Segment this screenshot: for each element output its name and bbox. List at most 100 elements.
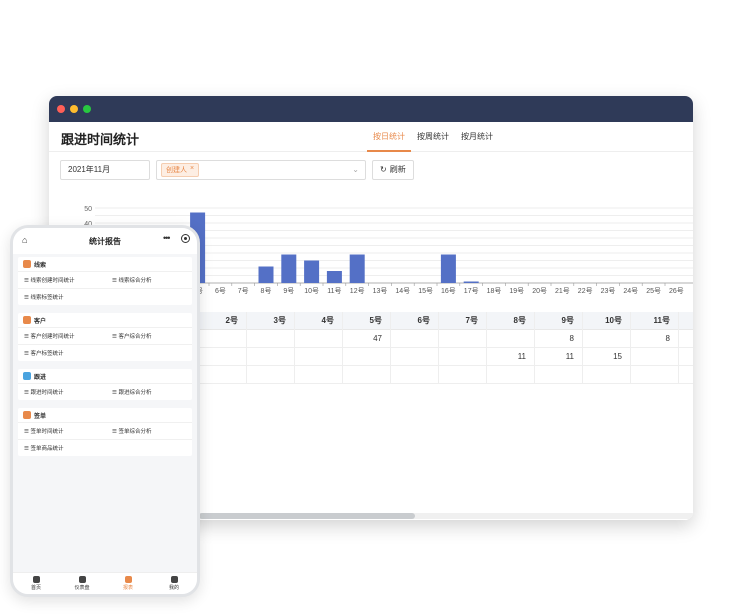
table-cell [295, 348, 343, 366]
report-link-row: ☰ 签单时间统计 ☰ 签单综合分析 [18, 422, 192, 439]
phone-mockup: ⌂ 统计报告 ••• 线索 ☰ 线索创建时间统计 ☰ 线索综合分析 ☰ 线索标签统计客… [10, 225, 200, 597]
x-tick-label: 8号 [261, 287, 272, 295]
table-cell: 15 [583, 348, 631, 366]
report-link[interactable]: ☰ 签单商品统计 [24, 444, 63, 452]
close-dot[interactable] [57, 105, 65, 113]
report-section-card: 线索 ☰ 线索创建时间统计 ☰ 线索综合分析 ☰ 线索标签统计 [18, 257, 192, 305]
table-cell [199, 330, 247, 348]
section-title: 客户 [34, 318, 47, 325]
chart-bar[interactable] [326, 271, 342, 283]
screenshot-stage: 跟进时间统计 按日统计 按周统计 按月统计 2021年11月 创建人 × ⌄ ↻… [0, 0, 756, 614]
maximize-dot[interactable] [83, 105, 91, 113]
table-header-cell: 7号 [439, 312, 487, 330]
chart-bar[interactable] [281, 254, 297, 284]
table-cell: 11 [487, 348, 535, 366]
tab-monthly[interactable]: 按月统计 [455, 122, 499, 152]
x-tick-label: 20号 [532, 287, 547, 295]
home-icon[interactable]: ⌂ [22, 235, 27, 245]
report-link[interactable]: ☰ 跟进时间统计 [24, 388, 63, 396]
report-link-row: ☰ 线索标签统计 [18, 288, 192, 305]
chart-bar[interactable] [463, 281, 479, 284]
chart-bar[interactable] [304, 260, 320, 284]
table-cell: 11 [535, 348, 583, 366]
table-cell [343, 348, 391, 366]
nav-item[interactable]: 报表 [105, 573, 151, 594]
table-cell [583, 366, 631, 384]
report-link-row: ☰ 跟进时间统计 ☰ 跟进综合分析 [18, 383, 192, 400]
x-tick-label: 26号 [669, 287, 684, 295]
tag-close-icon[interactable]: × [190, 165, 194, 175]
chart-bar[interactable] [440, 254, 456, 284]
report-link[interactable]: ☰ 线索创建时间统计 [24, 276, 74, 284]
x-tick-label: 25号 [646, 287, 661, 295]
more-icon[interactable]: ••• [163, 233, 171, 243]
creator-select[interactable]: 创建人 × ⌄ [156, 160, 366, 180]
section-title: 线索 [34, 262, 47, 269]
x-tick-label: 19号 [509, 287, 524, 295]
x-tick-label: 17号 [464, 287, 479, 295]
x-tick-label: 11号 [327, 287, 341, 295]
stat-tabs: 按日统计 按周统计 按月统计 [367, 122, 499, 152]
table-cell [439, 348, 487, 366]
report-link[interactable]: ☰ 线索综合分析 [112, 276, 151, 284]
section-header: 签单 [18, 408, 192, 422]
record-icon[interactable] [181, 234, 190, 243]
x-tick-label: 16号 [441, 287, 456, 295]
filter-tag-label: 创建人 [166, 167, 187, 174]
x-tick-label: 14号 [395, 287, 410, 295]
report-link[interactable]: ☰ 客户创建时间统计 [24, 332, 74, 340]
chart-bar[interactable] [349, 254, 365, 284]
report-section-card: 签单 ☰ 签单时间统计 ☰ 签单综合分析 ☰ 签单商品统计 [18, 408, 192, 456]
report-link[interactable]: ☰ 跟进综合分析 [112, 388, 151, 396]
report-link-row: ☰ 线索创建时间统计 ☰ 线索综合分析 [18, 271, 192, 288]
report-link[interactable]: ☰ 线索标签统计 [24, 293, 63, 301]
window-titlebar [49, 96, 693, 122]
table-cell [487, 330, 535, 348]
x-tick-label: 22号 [578, 287, 593, 295]
month-picker[interactable]: 2021年11月 [60, 160, 150, 180]
table-header-cell: 3号 [247, 312, 295, 330]
table-cell [295, 330, 343, 348]
refresh-icon: ↻ [380, 165, 387, 174]
nav-item[interactable]: 首页 [13, 573, 59, 594]
page-title: 跟进时间统计 [61, 132, 140, 147]
x-tick-label: 15号 [418, 287, 433, 295]
chart-bar[interactable] [258, 266, 274, 284]
x-tick-label: 13号 [373, 287, 388, 295]
nav-icon [78, 576, 86, 583]
section-header: 跟进 [18, 369, 192, 383]
nav-item[interactable]: 我的 [151, 573, 197, 594]
report-link[interactable]: ☰ 客户标签统计 [24, 349, 63, 357]
table-header-cell: 2号 [199, 312, 247, 330]
table-cell [439, 330, 487, 348]
table-cell [247, 348, 295, 366]
x-tick-label: 9号 [283, 287, 294, 295]
minimize-dot[interactable] [70, 105, 78, 113]
report-link[interactable]: ☰ 签单综合分析 [112, 427, 151, 435]
nav-item[interactable]: 仪表盘 [59, 573, 105, 594]
tab-daily[interactable]: 按日统计 [367, 122, 411, 152]
table-cell [679, 348, 693, 366]
horizontal-scrollbar[interactable] [199, 513, 415, 519]
nav-label: 我的 [168, 585, 179, 591]
table-cell: 47 [343, 330, 391, 348]
x-tick-label: 6号 [215, 287, 226, 295]
table-header-cell: 6号 [391, 312, 439, 330]
section-icon [23, 316, 31, 324]
refresh-button[interactable]: ↻ 刷新 [372, 160, 414, 180]
table-cell: 8 [535, 330, 583, 348]
report-link[interactable]: ☰ 客户综合分析 [112, 332, 151, 340]
report-link[interactable]: ☰ 签单时间统计 [24, 427, 63, 435]
table-header-cell: 8号 [487, 312, 535, 330]
table-header-cell: 4号 [295, 312, 343, 330]
phone-title: 统计报告 [89, 236, 121, 246]
chevron-down-icon: ⌄ [352, 165, 359, 174]
tab-weekly[interactable]: 按周统计 [411, 122, 455, 152]
table-cell [391, 366, 439, 384]
x-tick-label: 21号 [555, 287, 570, 295]
table-cell [391, 348, 439, 366]
phone-bottom-nav: 首页 仪表盘 报表 我的 [13, 572, 197, 594]
section-title: 跟进 [34, 374, 47, 381]
section-header: 线索 [18, 257, 192, 271]
phone-header: ⌂ 统计报告 ••• [13, 228, 197, 254]
